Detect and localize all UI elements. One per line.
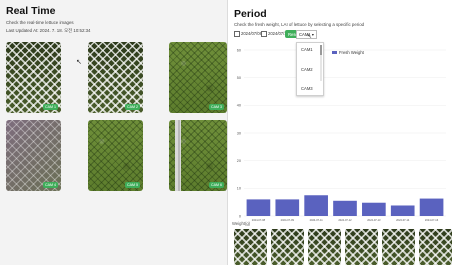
camera-image-1[interactable]: CAM 1 [6,42,61,113]
start-date-value: 2024/07/08 [241,31,262,37]
camera-badge: CAM 5 [125,182,140,188]
x-tick-label: 2024-07-16 [425,218,439,222]
history-image-6[interactable] [419,229,452,265]
bar-2024-07-14[interactable] [390,205,415,216]
bar-2024-07-08[interactable] [246,199,271,216]
y-tick-label: 60 [237,48,241,52]
camera-badge: CAM 3 [209,104,224,110]
period-subtitle: Check the fresh weight, LAI of lettuce b… [234,22,365,27]
camera-image-4[interactable]: CAM 4 [6,120,61,191]
bar-2024-07-12[interactable] [333,200,357,216]
chevron-down-icon: ▾ [311,32,314,37]
mouse-cursor-icon: ↖ [307,34,313,40]
bar-2024-07-09[interactable] [275,199,300,216]
history-image-4[interactable] [345,229,378,265]
x-tick-label: 2024-07-08 [252,218,266,222]
x-tick-label: 2024-07-11 [310,218,324,222]
history-image-2[interactable] [271,229,304,265]
x-tick-label: 2024-07-14 [396,218,410,222]
dropdown-option-cam2[interactable]: CAM2 [301,67,313,72]
y-tick-label: 0 [239,214,241,218]
history-image-1[interactable] [234,229,267,265]
x-tick-label: 2024-07-09 [281,218,295,222]
camera-dropdown: CAM1 CAM2 CAM3 [296,42,324,96]
realtime-subtitle: Check the real-time lettuce images [6,20,74,25]
history-image-3[interactable] [308,229,341,265]
y-tick-label: 10 [237,187,241,191]
dropdown-option-cam3[interactable]: CAM3 [301,86,313,91]
y-tick-label: 40 [237,104,241,108]
camera-badge: CAM 2 [125,104,140,110]
camera-image-2[interactable]: CAM 2 [88,42,143,113]
y-tick-label: 20 [237,159,241,163]
fresh-weight-chart: 0 10 20 30 40 50 60 2024-07-08 2024-07-09 2024-07… [232,48,446,226]
history-image-5[interactable] [382,229,415,265]
camera-image-3[interactable]: CAM 3 [169,42,227,113]
camera-badge: CAM 4 [43,182,58,188]
dropdown-scroll-thumb[interactable] [320,45,322,55]
camera-badge: CAM 1 [43,104,58,110]
camera-image-6[interactable]: CAM 6 [169,120,227,191]
bar-2024-07-11[interactable] [304,195,328,216]
mouse-cursor-icon: ↖ [76,59,82,66]
period-title: Period [234,8,267,20]
camera-image-5[interactable]: CAM 5 [88,120,143,191]
camera-badge: CAM 6 [209,182,224,188]
pole-edge [178,120,180,191]
period-panel: Period Check the fresh weight, LAI of le… [228,0,454,265]
x-tick-label: 2024-07-13 [367,218,381,222]
y-tick-label: 30 [237,131,241,135]
bar-2024-07-16[interactable] [419,198,444,216]
y-tick-label: 50 [237,76,241,80]
last-updated-text: Last Updated At: 2024. 7. 18. 오전 10:52:3… [6,28,91,33]
calendar-icon [234,31,240,37]
realtime-title: Real Time [6,5,56,17]
calendar-icon [261,31,267,37]
realtime-panel: Real Time Check the real-time lettuce im… [0,0,227,265]
start-date-picker[interactable]: 2024/07/08 [234,31,262,37]
y-axis-label: Weight(g) [232,221,251,226]
x-tick-label: 2024-07-12 [338,218,352,222]
bar-2024-07-13[interactable] [362,202,386,216]
legend-swatch [332,51,337,54]
legend-label: Fresh Weight [339,50,364,55]
dropdown-option-cam1[interactable]: CAM1 [301,47,313,52]
